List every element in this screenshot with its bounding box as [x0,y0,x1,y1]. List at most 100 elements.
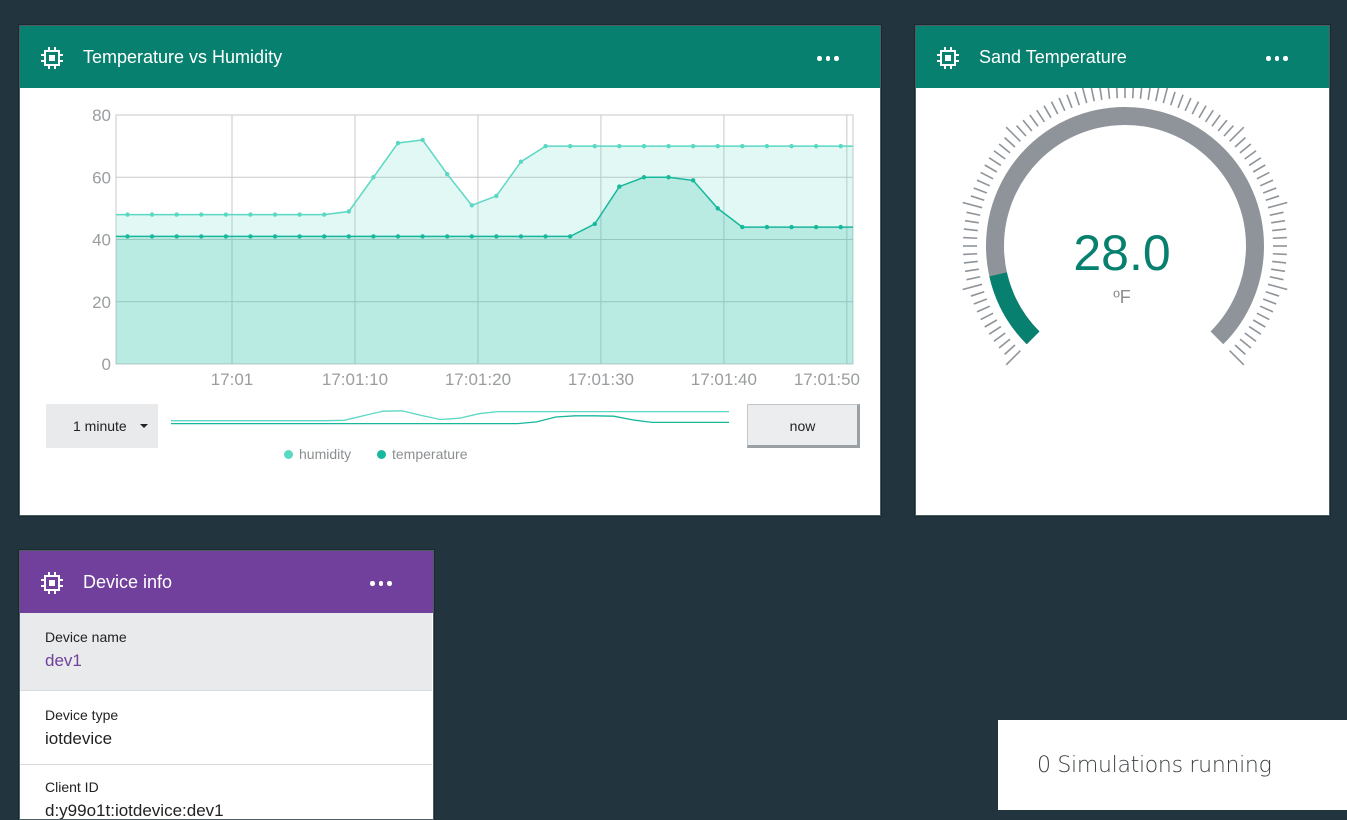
humidity-point [764,143,770,149]
device-card-header: Device info [20,551,433,613]
temperature-point [174,234,179,239]
gauge-tick [1022,119,1033,132]
gauge-tick [1005,350,1021,366]
humidity-point [371,175,376,180]
gauge-tick [1074,91,1081,106]
temperature-point [469,234,474,239]
temperature-point [125,234,130,239]
temperature-point [346,234,352,239]
chart-card: Temperature vs Humidity 0 20 40 60 80 17:01 17… [19,25,881,516]
gauge-tick [1191,101,1200,115]
gauge-tick [970,195,985,202]
temperature-point [199,234,204,239]
x-tick-label: 17:01:40 [691,370,757,389]
humidity-point [740,143,745,149]
gauge-card: Sand Temperature 28.0 ºF [915,25,1330,516]
gauge-tick [1090,88,1096,102]
gauge-tick [1131,88,1135,99]
humidity-point [297,212,302,217]
device-name-label: Device name [45,629,127,645]
gauge-tick [1267,201,1288,209]
temperature-point [813,224,819,230]
humidity-point [543,143,548,149]
legend-humidity[interactable]: humidity [284,446,351,462]
humidity-point [174,212,179,217]
gauge-tick [1239,143,1252,154]
gauge-tick [1147,88,1151,100]
range-overview[interactable] [170,406,730,428]
device-info-card: Device info Device name dev1 Device type… [19,550,434,820]
temperature-point [641,175,647,180]
gauge-tick [1107,88,1111,99]
device-type-value: iotdevice [45,729,113,748]
y-tick-label: 20 [92,293,111,312]
gauge-tick [1198,105,1207,119]
simulations-panel[interactable]: 0 Simulations running [998,720,1347,810]
gauge-tick [1248,325,1262,335]
device-name-row[interactable]: Device name dev1 [20,613,432,691]
temperature-point [272,234,278,239]
humidity-point [494,193,499,199]
gauge-tick [1265,195,1280,202]
humidity-point [322,212,327,217]
temperature-point [444,234,450,239]
x-tick-label: 17:01:10 [322,370,388,389]
chip-icon [937,47,959,69]
time-range-label: 1 minute [73,418,127,434]
x-tick-label: 17:01:30 [568,370,634,389]
gauge-tick [993,332,1006,342]
gauge-tick [1239,338,1252,349]
x-tick-label: 17:01 [211,370,254,389]
gauge-tick [1223,125,1234,137]
humidity-point [395,140,401,146]
humidity-point [420,137,425,143]
more-options-icon[interactable] [816,46,840,70]
client-id-row[interactable]: Client ID d:y99o1t:iotdevice:dev1 [20,765,432,820]
gauge-tick [1005,126,1021,142]
gauge-tick [1099,88,1103,100]
gauge-tick [998,338,1011,349]
gauge-tick [1269,211,1284,217]
temperature-dot-icon [377,449,386,459]
time-range-select[interactable]: 1 minute [46,404,158,448]
gauge-tick [1169,91,1176,106]
device-type-label: Device type [45,707,119,723]
client-id-value: d:y99o1t:iotdevice:dev1 [45,801,224,820]
humidity-overview-line [171,410,729,422]
gauge-tick [1229,126,1245,142]
gauge-tick [1204,109,1214,123]
legend-temperature[interactable]: temperature [377,446,467,462]
gauge-unit: ºF [1113,287,1131,307]
temperature-point [494,234,499,239]
gauge-tick [1252,319,1266,328]
temperature-point [149,234,155,239]
humidity-point [715,143,720,149]
humidity-point [149,212,155,217]
gauge-tick [1016,125,1027,137]
chip-icon [41,572,63,594]
gauge-tick [1271,219,1286,224]
gauge-tick [1256,312,1270,321]
now-button[interactable]: now [747,404,860,448]
gauge-tick [984,319,998,328]
device-type-row[interactable]: Device type iotdevice [20,691,432,765]
humidity-point [125,212,130,217]
humidity-point [567,143,573,149]
humidity-point [469,203,474,208]
gauge-tick [1081,88,1088,104]
gauge-tick [1029,114,1039,127]
temperature-point [395,234,401,239]
gauge-tick [966,211,981,217]
gauge-tick [980,312,994,321]
gauge-tick [1050,101,1059,115]
gauge-tick [964,219,979,224]
gauge-tick [993,150,1006,160]
gauge-tick [1154,88,1160,102]
temperature-point [690,178,696,183]
temperature-point [223,234,229,239]
more-options-icon[interactable] [369,571,393,595]
temperature-point [420,234,425,239]
more-options-icon[interactable] [1265,46,1289,70]
temperature-point [740,224,745,230]
gauge-tick [988,157,1002,167]
